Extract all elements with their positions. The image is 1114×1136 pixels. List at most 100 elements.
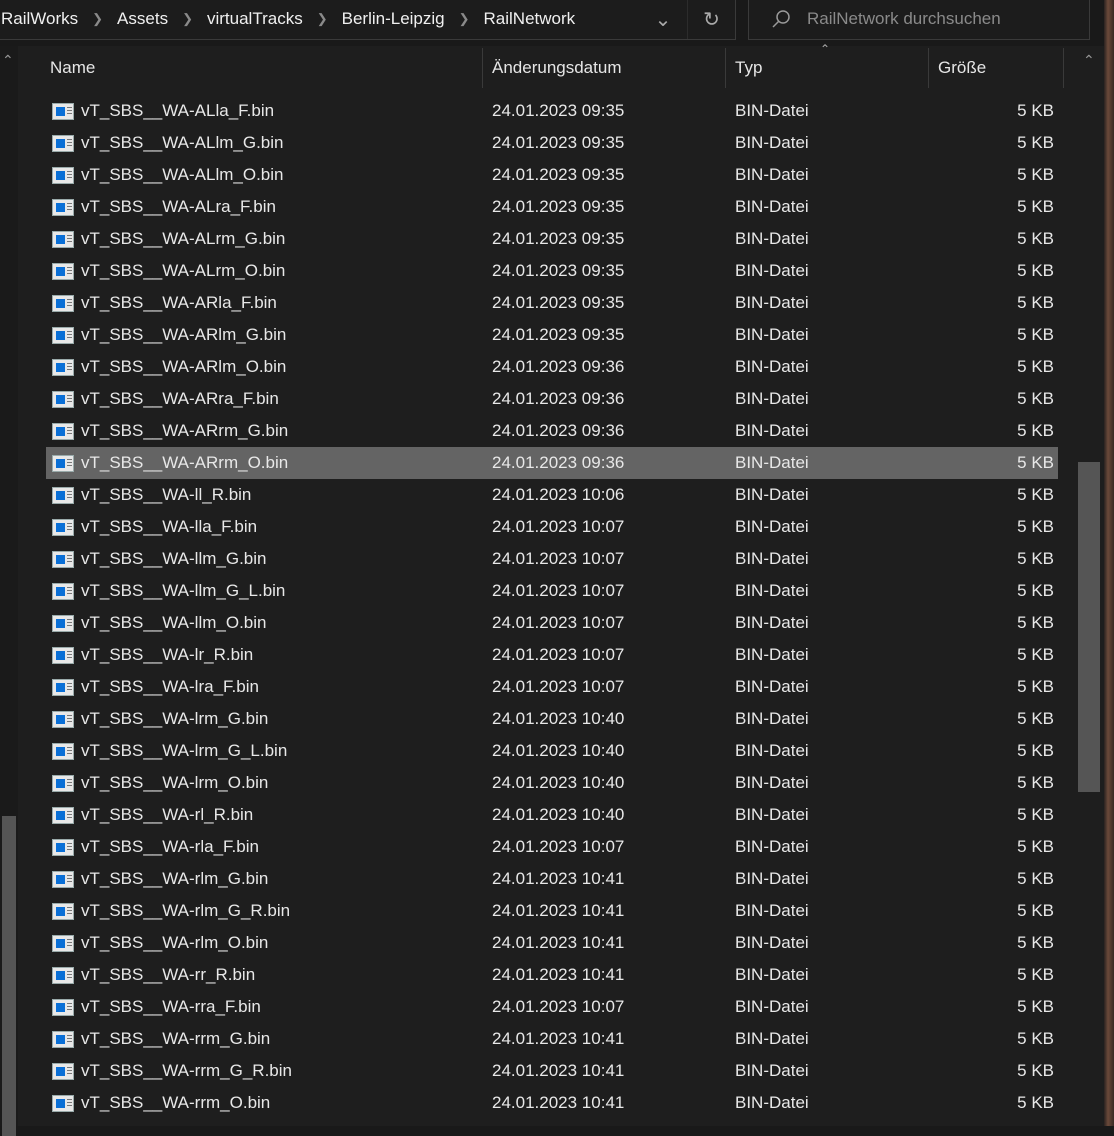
column-date[interactable]: Änderungsdatum <box>484 46 724 90</box>
file-row[interactable]: vT_SBS__WA-ARla_F.bin 24.01.2023 09:35 B… <box>46 287 1058 319</box>
file-row[interactable]: vT_SBS__WA-ALra_F.bin 24.01.2023 09:35 B… <box>46 191 1058 223</box>
scroll-up-icon[interactable]: ⌃ <box>1083 52 1095 69</box>
breadcrumb-railworks[interactable]: RailWorks <box>1 9 78 29</box>
file-size: 5 KB <box>1017 229 1054 248</box>
vertical-scrollbar[interactable]: ⌃ <box>1076 46 1104 1126</box>
breadcrumb-assets[interactable]: Assets <box>117 9 168 29</box>
column-divider[interactable] <box>725 48 726 88</box>
file-row[interactable]: vT_SBS__WA-rlm_O.bin 24.01.2023 10:41 BI… <box>46 927 1058 959</box>
chevron-right-icon[interactable]: ❯ <box>92 11 103 27</box>
nav-pane-scrollbar[interactable]: ⌃ <box>0 46 18 1136</box>
file-size: 5 KB <box>1017 741 1054 760</box>
file-row[interactable]: vT_SBS__WA-ARlm_O.bin 24.01.2023 09:36 B… <box>46 351 1058 383</box>
file-row[interactable]: vT_SBS__WA-ARrm_G.bin 24.01.2023 09:36 B… <box>46 415 1058 447</box>
file-type: BIN-Datei <box>735 325 809 344</box>
file-type: BIN-Datei <box>735 869 809 888</box>
address-bar[interactable]: RailWorks ❯ Assets ❯ virtualTracks ❯ Ber… <box>0 0 736 40</box>
file-type: BIN-Datei <box>735 293 809 312</box>
file-type: BIN-Datei <box>735 805 809 824</box>
file-type: BIN-Datei <box>735 357 809 376</box>
file-row[interactable]: vT_SBS__WA-lrm_O.bin 24.01.2023 10:40 BI… <box>46 767 1058 799</box>
file-name: vT_SBS__WA-ALrm_O.bin <box>81 261 286 280</box>
column-divider[interactable] <box>1063 48 1064 88</box>
file-row[interactable]: vT_SBS__WA-ll_R.bin 24.01.2023 10:06 BIN… <box>46 479 1058 511</box>
column-divider[interactable] <box>928 48 929 88</box>
breadcrumb: RailWorks ❯ Assets ❯ virtualTracks ❯ Ber… <box>0 9 639 29</box>
file-size: 5 KB <box>1017 517 1054 536</box>
file-row[interactable]: vT_SBS__WA-ALla_F.bin 24.01.2023 09:35 B… <box>46 95 1058 127</box>
file-name: vT_SBS__WA-llm_G.bin <box>81 549 267 568</box>
chevron-down-icon: ⌄ <box>654 8 672 31</box>
file-row[interactable]: vT_SBS__WA-lra_F.bin 24.01.2023 10:07 BI… <box>46 671 1058 703</box>
file-size: 5 KB <box>1017 773 1054 792</box>
breadcrumb-berlin-leipzig[interactable]: Berlin-Leipzig <box>342 9 445 29</box>
file-row[interactable]: vT_SBS__WA-lla_F.bin 24.01.2023 10:07 BI… <box>46 511 1058 543</box>
search-icon <box>772 10 790 28</box>
bin-file-icon <box>52 679 74 696</box>
breadcrumb-virtualtracks[interactable]: virtualTracks <box>207 9 303 29</box>
search-box[interactable]: RailNetwork durchsuchen <box>748 0 1090 40</box>
file-date: 24.01.2023 10:40 <box>492 805 625 824</box>
file-type: BIN-Datei <box>735 709 809 728</box>
file-row[interactable]: vT_SBS__WA-rrm_G_R.bin 24.01.2023 10:41 … <box>46 1055 1058 1087</box>
file-row[interactable]: vT_SBS__WA-ALrm_O.bin 24.01.2023 09:35 B… <box>46 255 1058 287</box>
file-type: BIN-Datei <box>735 197 809 216</box>
file-type: BIN-Datei <box>735 389 809 408</box>
file-row[interactable]: vT_SBS__WA-llm_G.bin 24.01.2023 10:07 BI… <box>46 543 1058 575</box>
file-row[interactable]: vT_SBS__WA-rl_R.bin 24.01.2023 10:40 BIN… <box>46 799 1058 831</box>
file-type: BIN-Datei <box>735 933 809 952</box>
file-name: vT_SBS__WA-ALrm_G.bin <box>81 229 286 248</box>
bin-file-icon <box>52 903 74 920</box>
scrollbar-thumb[interactable] <box>1078 462 1100 792</box>
file-row[interactable]: vT_SBS__WA-lrm_G.bin 24.01.2023 10:40 BI… <box>46 703 1058 735</box>
file-date: 24.01.2023 10:07 <box>492 677 625 696</box>
bin-file-icon <box>52 871 74 888</box>
file-size: 5 KB <box>1017 901 1054 920</box>
file-size: 5 KB <box>1017 933 1054 952</box>
file-type: BIN-Datei <box>735 997 809 1016</box>
file-row[interactable]: vT_SBS__WA-lr_R.bin 24.01.2023 10:07 BIN… <box>46 639 1058 671</box>
chevron-right-icon[interactable]: ❯ <box>317 11 328 27</box>
file-row[interactable]: vT_SBS__WA-llm_G_L.bin 24.01.2023 10:07 … <box>46 575 1058 607</box>
file-row[interactable]: vT_SBS__WA-ARra_F.bin 24.01.2023 09:36 B… <box>46 383 1058 415</box>
bin-file-icon <box>52 1031 74 1048</box>
file-row[interactable]: vT_SBS__WA-lrm_G_L.bin 24.01.2023 10:40 … <box>46 735 1058 767</box>
file-name: vT_SBS__WA-lr_R.bin <box>81 645 254 664</box>
file-row[interactable]: vT_SBS__WA-rrm_G.bin 24.01.2023 10:41 BI… <box>46 1023 1058 1055</box>
file-row[interactable]: vT_SBS__WA-ARrm_O.bin 24.01.2023 09:36 B… <box>46 447 1058 479</box>
bin-file-icon <box>52 135 74 152</box>
file-row[interactable]: vT_SBS__WA-ALrm_G.bin 24.01.2023 09:35 B… <box>46 223 1058 255</box>
file-row[interactable]: vT_SBS__WA-llm_O.bin 24.01.2023 10:07 BI… <box>46 607 1058 639</box>
breadcrumb-railnetwork[interactable]: RailNetwork <box>484 9 576 29</box>
file-row[interactable]: vT_SBS__WA-rlm_G_R.bin 24.01.2023 10:41 … <box>46 895 1058 927</box>
file-row[interactable]: vT_SBS__WA-ARlm_G.bin 24.01.2023 09:35 B… <box>46 319 1058 351</box>
file-date: 24.01.2023 10:07 <box>492 645 625 664</box>
file-row[interactable]: vT_SBS__WA-ALlm_O.bin 24.01.2023 09:35 B… <box>46 159 1058 191</box>
column-divider[interactable] <box>482 48 483 88</box>
bin-file-icon <box>52 295 74 312</box>
file-type: BIN-Datei <box>735 1029 809 1048</box>
chevron-right-icon[interactable]: ❯ <box>182 11 193 27</box>
column-name[interactable]: Name <box>42 46 482 90</box>
file-name: vT_SBS__WA-rlm_G_R.bin <box>81 901 291 920</box>
file-name: vT_SBS__WA-ALra_F.bin <box>81 197 276 216</box>
file-row[interactable]: vT_SBS__WA-rr_R.bin 24.01.2023 10:41 BIN… <box>46 959 1058 991</box>
file-size: 5 KB <box>1017 677 1054 696</box>
scrollbar-thumb[interactable] <box>2 816 16 1136</box>
file-row[interactable]: vT_SBS__WA-rra_F.bin 24.01.2023 10:07 BI… <box>46 991 1058 1023</box>
file-name: vT_SBS__WA-ll_R.bin <box>81 485 252 504</box>
address-history-dropdown[interactable]: ⌄ <box>639 0 687 39</box>
scroll-up-icon[interactable]: ⌃ <box>2 52 14 69</box>
file-row[interactable]: vT_SBS__WA-rrm_O.bin 24.01.2023 10:41 BI… <box>46 1087 1058 1119</box>
file-type: BIN-Datei <box>735 965 809 984</box>
bin-file-icon <box>52 615 74 632</box>
file-row[interactable]: vT_SBS__WA-rlm_G.bin 24.01.2023 10:41 BI… <box>46 863 1058 895</box>
file-size: 5 KB <box>1017 997 1054 1016</box>
column-size[interactable]: Größe <box>930 46 1062 90</box>
file-row[interactable]: vT_SBS__WA-rla_F.bin 24.01.2023 10:07 BI… <box>46 831 1058 863</box>
file-row[interactable]: vT_SBS__WA-ALlm_G.bin 24.01.2023 09:35 B… <box>46 127 1058 159</box>
chevron-right-icon[interactable]: ❯ <box>459 11 470 27</box>
refresh-button[interactable]: ↻ <box>687 0 735 39</box>
bin-file-icon <box>52 711 74 728</box>
file-name: vT_SBS__WA-rrm_G.bin <box>81 1029 271 1048</box>
